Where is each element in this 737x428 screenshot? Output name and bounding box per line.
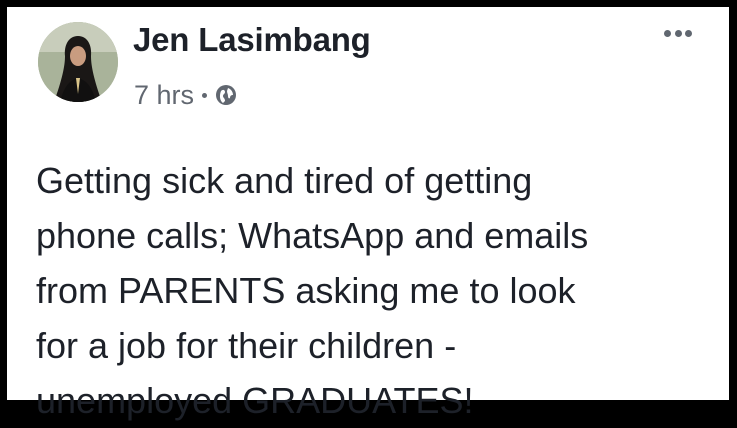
globe-icon[interactable]: [215, 84, 237, 106]
avatar-image: [38, 22, 118, 102]
post-timestamp[interactable]: 7 hrs: [134, 80, 194, 111]
post-meta: 7 hrs: [134, 79, 237, 111]
post-text: Getting sick and tired of getting phone …: [36, 153, 716, 428]
more-dot: [664, 29, 671, 37]
post-text-line: from PARENTS asking me to look: [36, 270, 576, 311]
post-text-line: for a job for their children -: [36, 325, 457, 366]
post-text-line: unemployed GRADUATES!: [36, 380, 474, 421]
more-dot: [674, 29, 682, 37]
avatar[interactable]: [38, 22, 118, 102]
more-dot: [685, 29, 692, 37]
post-text-line: Getting sick and tired of getting: [36, 160, 533, 201]
separator-dot: [202, 92, 208, 98]
more-options-icon[interactable]: [664, 27, 692, 39]
author-name[interactable]: Jen Lasimbang: [133, 21, 371, 59]
post-card: Jen Lasimbang 7 hrs Getting sick and tir…: [7, 7, 729, 421]
post-text-line: phone calls; WhatsApp and emails: [36, 215, 589, 256]
